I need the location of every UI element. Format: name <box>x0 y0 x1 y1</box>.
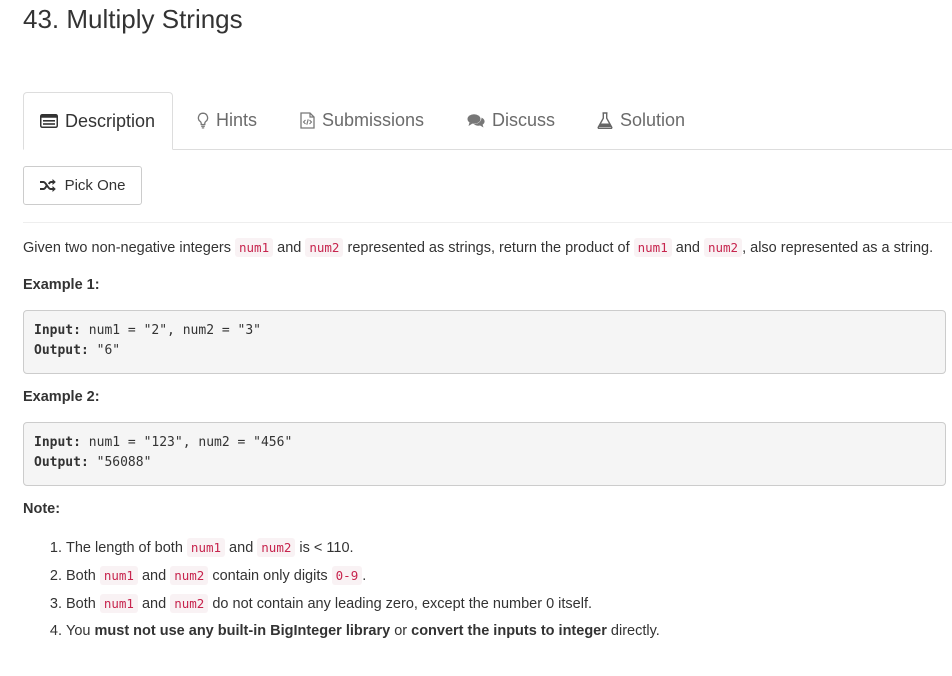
output-value: "6" <box>88 343 121 358</box>
description-text: Given two non-negative integers num1 and… <box>23 234 946 262</box>
input-label: Input: <box>34 323 81 338</box>
pick-one-button[interactable]: Pick One <box>23 166 142 205</box>
note-heading: Note: <box>23 501 61 517</box>
tab-label: Discuss <box>492 109 556 130</box>
tab-label: Solution <box>620 109 686 130</box>
flask-icon <box>597 111 613 129</box>
text: represented as strings, return the produ… <box>343 240 634 256</box>
code-num2: num2 <box>170 566 209 585</box>
page-title: 43. Multiply Strings <box>23 4 243 34</box>
text: The length of both <box>66 540 187 556</box>
input-value: num1 = "123", num2 = "456" <box>80 435 293 450</box>
text: directly. <box>606 623 660 639</box>
text: and <box>225 540 258 556</box>
tab-solution[interactable]: Solution <box>597 92 685 148</box>
file-code-icon <box>300 111 315 129</box>
code-num2: num2 <box>305 238 344 257</box>
text: Both <box>66 568 100 584</box>
input-value: num1 = "2", num2 = "3" <box>80 323 261 338</box>
example-1-block: Input: num1 = "2", num2 = "3" Output: "6… <box>23 310 946 374</box>
code-num1: num1 <box>633 238 672 257</box>
text: contain only digits <box>208 568 332 584</box>
output-value: "56088" <box>88 455 152 470</box>
example-2-block: Input: num1 = "123", num2 = "456" Output… <box>23 422 946 486</box>
text: and <box>671 240 704 256</box>
list-item: The length of both num1 and num2 is < 11… <box>66 534 946 562</box>
tab-discuss[interactable]: Discuss <box>467 92 555 148</box>
code-num1: num1 <box>99 594 138 613</box>
text: . <box>362 568 367 584</box>
random-icon <box>39 179 56 192</box>
text: Both <box>66 596 100 612</box>
code-num1: num1 <box>235 238 274 257</box>
lightbulb-icon <box>197 112 209 129</box>
code-num1: num1 <box>99 566 138 585</box>
code-num2: num2 <box>170 594 209 613</box>
output-label: Output: <box>34 455 89 470</box>
tab-label: Description <box>65 110 156 131</box>
text: , also represented as a string. <box>742 240 934 256</box>
example-1-heading: Example 1: <box>23 277 100 293</box>
output-label: Output: <box>34 343 89 358</box>
tab-hints[interactable]: Hints <box>197 92 257 148</box>
code-num2: num2 <box>257 538 296 557</box>
divider <box>23 222 952 223</box>
tab-label: Hints <box>216 109 258 130</box>
list-item: Both num1 and num2 do not contain any le… <box>66 590 946 618</box>
code-num1: num1 <box>186 538 226 557</box>
tab-label: Submissions <box>322 109 425 130</box>
list-alt-icon <box>40 114 58 128</box>
note-list: The length of both num1 and num2 is < 11… <box>23 534 946 645</box>
tab-description[interactable]: Description <box>23 92 174 150</box>
text: and <box>137 568 171 584</box>
text: and <box>273 240 306 256</box>
text: You <box>66 623 95 639</box>
example-2-heading: Example 2: <box>23 389 100 405</box>
text: do not contain any leading zero, except … <box>208 596 593 612</box>
tab-bar: Description Hints Submissions Discuss So… <box>23 92 952 150</box>
code-digits: 0-9 <box>331 566 363 585</box>
tab-submissions[interactable]: Submissions <box>300 92 424 148</box>
input-label: Input: <box>34 435 81 450</box>
text: is < 110. <box>295 540 354 556</box>
bold-text: convert the inputs to integer <box>411 623 607 639</box>
bold-text: must not use any built-in BigInteger lib… <box>94 623 391 639</box>
code-num2: num2 <box>703 238 743 257</box>
text: Given two non-negative integers <box>23 240 235 256</box>
pick-one-label: Pick One <box>64 177 126 194</box>
text: or <box>390 623 412 639</box>
problem-description: Given two non-negative integers num1 and… <box>23 233 946 645</box>
comments-icon <box>467 113 485 128</box>
list-item: You must not use any built-in BigInteger… <box>66 618 946 645</box>
text: and <box>137 596 171 612</box>
list-item: Both num1 and num2 contain only digits 0… <box>66 562 946 590</box>
